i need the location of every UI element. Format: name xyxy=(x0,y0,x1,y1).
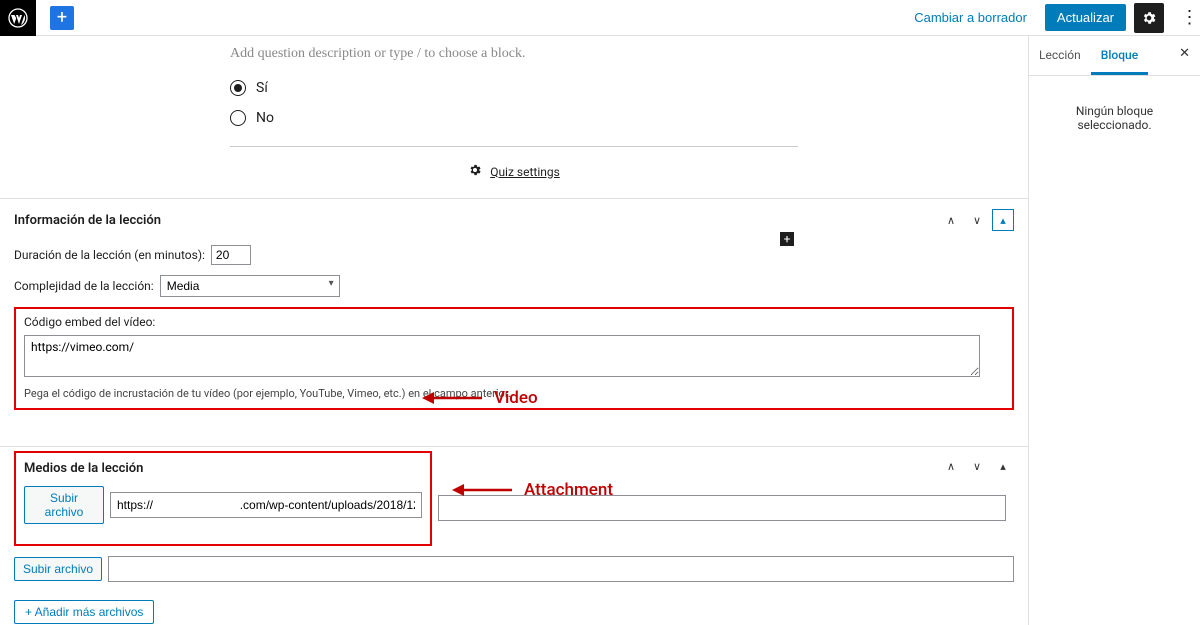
switch-draft-button[interactable]: Cambiar a borrador xyxy=(904,4,1037,31)
topbar: + Cambiar a borrador Actualizar xyxy=(0,0,1200,36)
panel-title: Información de la lección xyxy=(14,213,940,228)
media-url-input[interactable] xyxy=(110,492,422,518)
answer-label: No xyxy=(256,110,274,126)
panel-up-button[interactable]: ∧ xyxy=(940,455,962,477)
embed-help-text: Pega el código de incrustación de tu víd… xyxy=(24,387,1004,400)
add-more-files-button[interactable]: + Añadir más archivos xyxy=(14,600,154,624)
media-url-input-ext[interactable] xyxy=(438,495,1006,521)
more-options-button[interactable] xyxy=(1172,3,1192,33)
embed-label: Código embed del vídeo: xyxy=(24,315,1004,329)
gear-icon xyxy=(468,163,482,180)
embed-textarea[interactable]: https://vimeo.com/ xyxy=(24,335,980,377)
close-sidebar-button[interactable]: ✕ xyxy=(1169,36,1200,75)
duration-input[interactable] xyxy=(211,245,251,265)
upload-file-button[interactable]: Subir archivo xyxy=(14,557,102,581)
lesson-media-panel: Medios de la lección Subir archivo ∧ ∨ ▴ xyxy=(0,446,1028,625)
radio-icon xyxy=(230,80,246,96)
panel-down-button[interactable]: ∨ xyxy=(966,455,988,477)
panel-down-button[interactable]: ∨ xyxy=(966,209,988,231)
sidebar-message: Ningún bloque seleccionado. xyxy=(1029,76,1200,160)
divider xyxy=(230,146,798,147)
radio-icon xyxy=(230,110,246,126)
upload-file-button[interactable]: Subir archivo xyxy=(24,486,104,524)
block-editor-area: Add question description or type / to ch… xyxy=(0,36,1028,180)
insert-block-button[interactable]: + xyxy=(780,232,794,246)
attachment-highlight: Medios de la lección Subir archivo xyxy=(14,451,432,546)
lesson-info-panel: Información de la lección ∧ ∨ ▴ Duración… xyxy=(0,198,1028,428)
tab-block[interactable]: Bloque xyxy=(1091,36,1148,75)
complexity-label: Complejidad de la lección: xyxy=(14,279,154,293)
media-url-input-2[interactable] xyxy=(108,556,1014,582)
quiz-settings-link[interactable]: Quiz settings xyxy=(230,163,798,180)
add-block-button[interactable]: + xyxy=(50,6,74,30)
more-icon xyxy=(1181,9,1184,27)
answer-option-no[interactable]: No xyxy=(230,110,798,126)
answer-label: Sí xyxy=(256,80,268,96)
duration-label: Duración de la lección (en minutos): xyxy=(14,248,205,262)
settings-sidebar: Lección Bloque ✕ Ningún bloque seleccion… xyxy=(1028,36,1200,625)
main-editor: Add question description or type / to ch… xyxy=(0,36,1028,625)
wp-logo[interactable] xyxy=(0,0,36,36)
complexity-select[interactable]: Media xyxy=(160,275,340,297)
question-description-placeholder[interactable]: Add question description or type / to ch… xyxy=(230,46,798,62)
panel-toggle-button[interactable]: ▴ xyxy=(992,455,1014,477)
video-embed-highlight: Código embed del vídeo: https://vimeo.co… xyxy=(14,307,1014,410)
settings-button[interactable] xyxy=(1134,3,1164,33)
panel-title: Medios de la lección xyxy=(24,461,422,476)
quiz-settings-label: Quiz settings xyxy=(490,165,560,179)
publish-button[interactable]: Actualizar xyxy=(1045,4,1126,31)
wordpress-icon xyxy=(8,8,28,28)
answer-option-yes[interactable]: Sí xyxy=(230,80,798,96)
panel-toggle-button[interactable]: ▴ xyxy=(992,209,1014,231)
tab-lesson[interactable]: Lección xyxy=(1029,36,1091,75)
panel-up-button[interactable]: ∧ xyxy=(940,209,962,231)
gear-icon xyxy=(1141,10,1157,26)
